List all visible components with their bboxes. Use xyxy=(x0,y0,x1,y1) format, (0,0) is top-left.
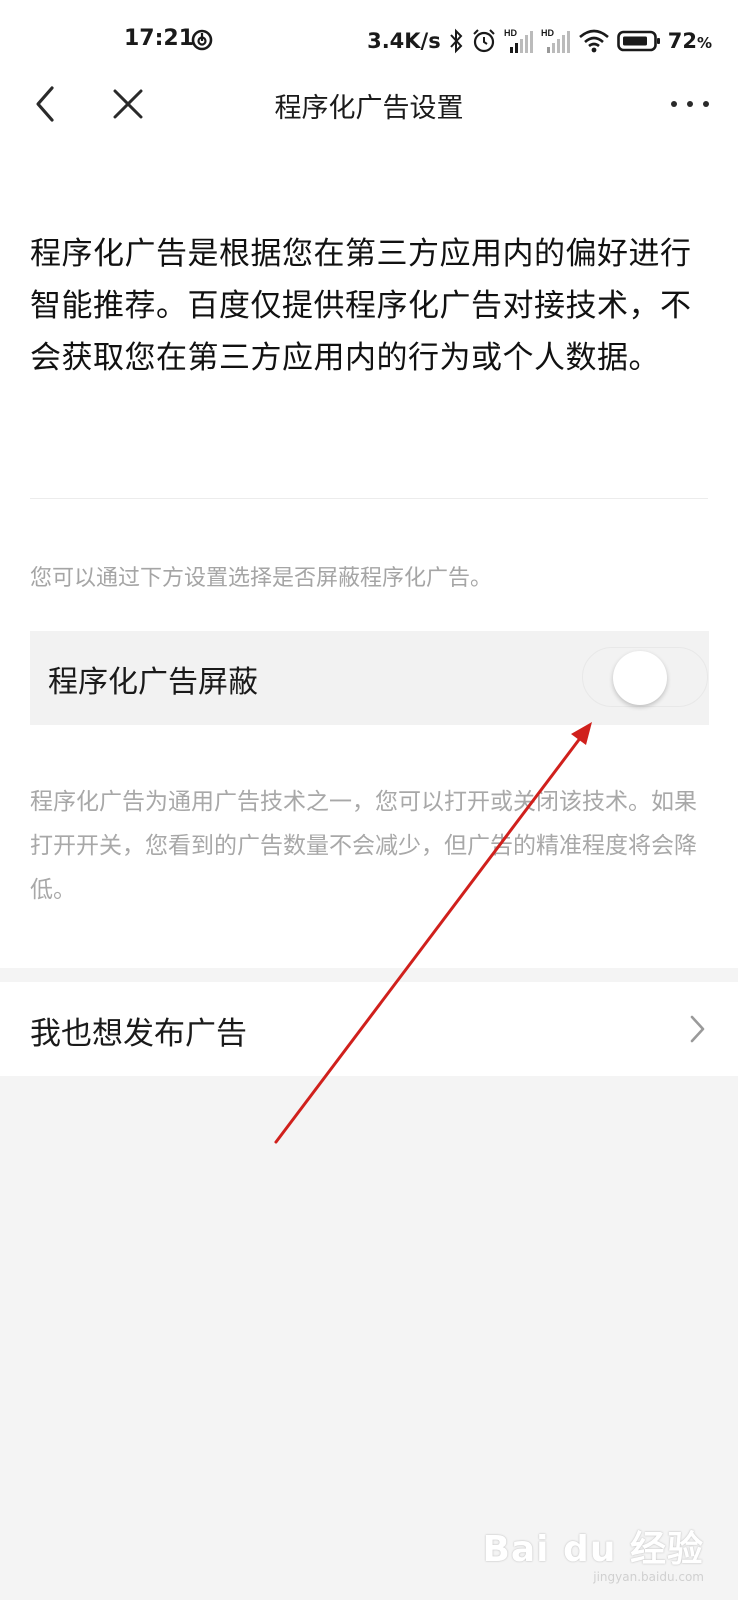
chevron-right-icon xyxy=(688,1012,708,1046)
status-time: 17:21 xyxy=(124,26,195,51)
battery-icon xyxy=(616,29,661,53)
page-title: 程序化广告设置 xyxy=(274,93,464,124)
wifi-icon xyxy=(578,28,610,54)
battery-unit: % xyxy=(696,34,712,52)
description-text: 程序化广告为通用广告技术之一，您可以打开或关闭该技术。如果打开开关，您看到的广告… xyxy=(30,789,697,903)
baidu-watermark: Bai du 经验 jingyan.baidu.com xyxy=(482,1520,704,1584)
toggle-label: 程序化广告屏蔽 xyxy=(48,665,258,700)
hint-text: 您可以通过下方设置选择是否屏蔽程序化广告。 xyxy=(30,566,493,591)
watermark-sub: jingyan.baidu.com xyxy=(593,1570,704,1584)
more-icon[interactable] xyxy=(668,86,712,122)
ad-block-toggle-row[interactable]: 程序化广告屏蔽 xyxy=(30,631,709,725)
bluetooth-icon xyxy=(448,28,464,54)
alarm-icon xyxy=(471,28,497,54)
watermark-main: Bai du 经验 xyxy=(482,1529,704,1570)
publish-ad-row[interactable]: 我也想发布广告 xyxy=(0,982,738,1076)
hd-signal-icon: HD xyxy=(541,27,571,55)
svg-text:HD: HD xyxy=(504,28,517,38)
nav-bar: 程序化广告设置 xyxy=(0,72,738,136)
netease-music-icon xyxy=(190,28,214,52)
hd-signal-icon: HD xyxy=(504,27,534,55)
status-right-group: 3.4K/s HD HD 72% xyxy=(367,24,712,58)
battery-percent: 72% xyxy=(668,29,712,53)
divider xyxy=(30,498,708,499)
publish-ad-label: 我也想发布广告 xyxy=(30,1016,247,1052)
status-bar: 17:21 3.4K/s HD HD 72% xyxy=(0,22,738,62)
ad-block-switch[interactable] xyxy=(582,647,708,707)
intro-text: 程序化广告是根据您在第三方应用内的偏好进行智能推荐。百度仅提供程序化广告对接技术… xyxy=(30,236,692,376)
svg-text:HD: HD xyxy=(541,28,554,38)
switch-knob xyxy=(613,651,667,705)
net-speed: 3.4K/s xyxy=(367,29,441,53)
battery-value: 72 xyxy=(667,29,697,53)
